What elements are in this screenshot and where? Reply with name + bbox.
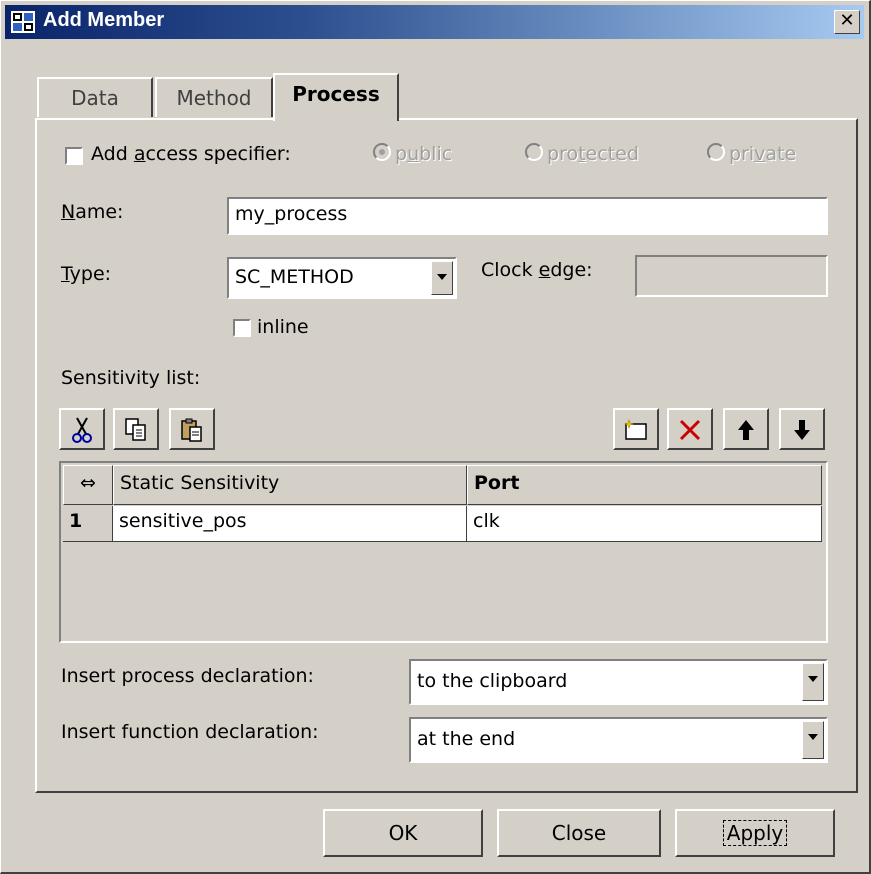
inline-checkbox[interactable] bbox=[233, 319, 251, 337]
new-item-icon bbox=[624, 419, 647, 440]
tab-data-label: Data bbox=[71, 86, 119, 110]
ok-button-label: OK bbox=[388, 821, 418, 845]
radio-public-label: public bbox=[395, 143, 453, 165]
resize-column-icon[interactable]: ⇔ bbox=[63, 465, 113, 505]
close-button[interactable]: Close bbox=[497, 809, 661, 857]
process-declaration-select[interactable]: to the clipboard bbox=[409, 659, 828, 705]
row-number[interactable]: 1 bbox=[63, 506, 113, 542]
clock-edge-label: Clock edge: bbox=[481, 259, 593, 281]
radio-public[interactable] bbox=[373, 143, 391, 161]
cut-icon bbox=[72, 417, 92, 443]
paste-icon bbox=[181, 418, 202, 442]
tab-method[interactable]: Method bbox=[155, 77, 273, 117]
move-down-button[interactable] bbox=[779, 408, 825, 450]
process-declaration-label: Insert process declaration: bbox=[61, 665, 314, 687]
type-label: Type: bbox=[61, 263, 112, 285]
move-up-button[interactable] bbox=[723, 408, 769, 450]
cell-static-sensitivity[interactable]: sensitive_pos bbox=[113, 506, 467, 542]
copy-icon bbox=[125, 418, 146, 441]
function-declaration-label: Insert function declaration: bbox=[61, 721, 319, 743]
column-header-port[interactable]: Port bbox=[467, 465, 822, 505]
close-button-label: Close bbox=[551, 821, 607, 845]
app-grid-icon bbox=[11, 11, 35, 33]
tab-method-label: Method bbox=[176, 86, 252, 110]
radio-protected-label: protected bbox=[547, 143, 639, 165]
paste-button[interactable] bbox=[169, 408, 215, 450]
radio-private[interactable] bbox=[707, 143, 725, 161]
tab-process[interactable]: Process bbox=[273, 73, 399, 121]
new-item-button[interactable] bbox=[613, 408, 659, 450]
type-select-value: SC_METHOD bbox=[235, 266, 354, 288]
radio-protected[interactable] bbox=[525, 143, 543, 161]
process-declaration-value: to the clipboard bbox=[417, 670, 568, 692]
name-label: Name: bbox=[61, 201, 124, 223]
tab-data[interactable]: Data bbox=[37, 77, 153, 117]
delete-icon bbox=[679, 419, 701, 441]
title-bar[interactable]: Add Member ✕ bbox=[5, 5, 864, 39]
chevron-down-icon[interactable] bbox=[802, 721, 824, 759]
ok-button[interactable]: OK bbox=[323, 809, 483, 857]
function-declaration-select[interactable]: at the end bbox=[409, 717, 828, 763]
tab-process-label: Process bbox=[292, 82, 380, 106]
delete-button[interactable] bbox=[667, 408, 713, 450]
name-input[interactable]: my_process bbox=[227, 197, 828, 235]
close-window-button[interactable]: ✕ bbox=[834, 10, 860, 34]
copy-button[interactable] bbox=[113, 408, 159, 450]
move-down-icon bbox=[794, 420, 810, 440]
type-select[interactable]: SC_METHOD bbox=[227, 257, 457, 299]
clock-edge-input[interactable] bbox=[635, 255, 828, 297]
add-member-dialog: Add Member ✕ Data Method Process Add acc… bbox=[0, 0, 871, 874]
apply-button-label: Apply bbox=[722, 820, 788, 846]
radio-private-label: private bbox=[729, 143, 797, 165]
sensitivity-table[interactable]: ⇔ Static Sensitivity Port 1 sensitive_po… bbox=[59, 461, 828, 643]
window-title: Add Member bbox=[43, 9, 165, 31]
chevron-down-icon[interactable] bbox=[431, 261, 453, 295]
sensitivity-list-label: Sensitivity list: bbox=[61, 367, 201, 389]
chevron-down-icon[interactable] bbox=[802, 663, 824, 701]
add-access-specifier-label: Add access specifier: bbox=[91, 143, 291, 165]
cut-button[interactable] bbox=[59, 408, 105, 450]
add-access-specifier-checkbox[interactable] bbox=[65, 147, 83, 165]
radio-selected-dot bbox=[379, 149, 385, 155]
move-up-icon bbox=[738, 420, 754, 440]
close-icon: ✕ bbox=[839, 10, 855, 31]
function-declaration-value: at the end bbox=[417, 728, 516, 750]
cell-port[interactable]: clk bbox=[467, 506, 822, 542]
apply-button[interactable]: Apply bbox=[675, 809, 835, 857]
column-header-static-sensitivity[interactable]: Static Sensitivity bbox=[113, 465, 467, 505]
inline-label: inline bbox=[257, 316, 309, 338]
